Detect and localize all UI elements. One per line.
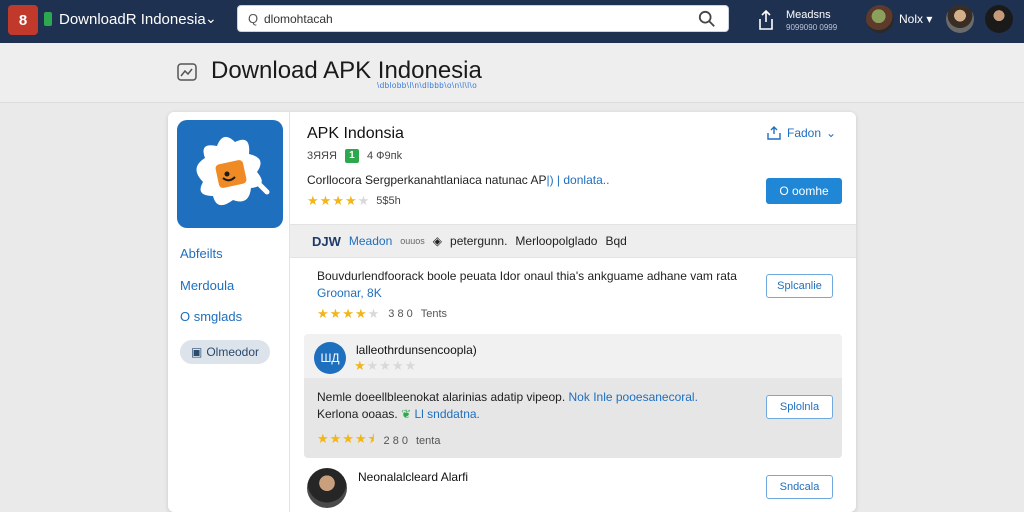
top-action-label: Fadon xyxy=(787,126,822,140)
rating-stars: ★★★★★ xyxy=(317,306,381,321)
user-name: Meadsns xyxy=(786,9,831,21)
review-action-button[interactable]: Sndcala xyxy=(766,475,833,499)
image-icon xyxy=(177,63,197,81)
top-action[interactable]: Fadon ⌄ xyxy=(766,126,836,140)
review-text: Nemle doeellbleenokat alarinias adatip v… xyxy=(317,389,757,423)
review-link-2[interactable]: Ll snddatna. xyxy=(414,407,479,421)
review-body: Nemle doeellbleenokat alarinias adatip v… xyxy=(317,390,566,404)
meta-left: 3ЯЯЯ xyxy=(307,150,337,162)
sidebar-item-3[interactable]: O smglads xyxy=(180,309,242,324)
chevron-down-icon: ⌄ xyxy=(826,126,837,140)
rating-text: 5$5h xyxy=(376,195,401,207)
description-link[interactable]: |) | donlata.. xyxy=(546,173,609,187)
app-title: APK Indonsia xyxy=(307,125,404,142)
filter-bar: DJW Meadon ouuos ◈ petergunn. Merloopolg… xyxy=(290,224,856,258)
avatar-initials: ШД xyxy=(320,351,340,365)
tag-icon: ◈ xyxy=(432,234,443,248)
search-icon[interactable] xyxy=(698,10,716,28)
review-count-label: tenta xyxy=(415,435,441,447)
review-item-highlighted: ШД lalleothrdunsencoopla) ★★★★★ Nemle do… xyxy=(304,334,842,458)
share-icon xyxy=(767,126,781,140)
review-count-label: Tents xyxy=(420,308,448,320)
app-card: Abfeilts Merdoula O smglads ▣ Olmeodor A… xyxy=(168,112,856,512)
sidebar-item-2[interactable]: Merdoula xyxy=(180,278,234,293)
search-cursor-icon: Q xyxy=(248,11,259,26)
review-rating: ★★★★⯨ 2 8 0 tenta xyxy=(317,430,440,452)
avatar[interactable] xyxy=(946,5,974,33)
review-link[interactable]: Nok Inle pooesanecoral. xyxy=(569,390,698,404)
review-author: Neonalalcleard Alarfi xyxy=(358,470,469,484)
app-rating: ★★★★★ 5$5h xyxy=(307,193,401,209)
filter-tab-3[interactable]: Merloopolglado xyxy=(515,234,597,248)
user-info[interactable]: Meadsns 9099090 0999 xyxy=(786,9,837,32)
brand-title[interactable]: DownloadR Indonesia xyxy=(59,11,206,28)
avatar[interactable] xyxy=(985,5,1013,33)
top-bar: 8 DownloadR Indonesia ⌄ Q Meadsns 909909… xyxy=(0,0,1024,43)
chevron-down-icon[interactable]: ⌄ xyxy=(205,10,217,27)
review-rating: ★★★★★ 3 8 0 Tents xyxy=(317,306,447,322)
review-action-button[interactable]: Splcanlie xyxy=(766,274,833,298)
page-header: Download APK Indonesia \dblobb\l\n\dlbbb… xyxy=(0,43,1024,103)
review-body-2: Kerlona ooaas. xyxy=(317,407,398,421)
review-text: Bouvdurlendfoorack boole peuata Idor ona… xyxy=(317,268,757,302)
search-input[interactable] xyxy=(264,10,684,28)
user-subtext: 9099090 0999 xyxy=(786,23,838,32)
avatar[interactable] xyxy=(866,5,894,33)
sidebar: Abfeilts Merdoula O smglads ▣ Olmeodor xyxy=(168,112,290,512)
filter-logo: DJW xyxy=(312,233,341,249)
review-body: Bouvdurlendfoorack boole peuata Idor ona… xyxy=(317,269,737,283)
rating-stars: ★★★★★ xyxy=(354,358,418,373)
avatar[interactable] xyxy=(307,468,347,508)
sidebar-item-1[interactable]: Abfeilts xyxy=(180,246,223,261)
download-button[interactable]: O oomhe xyxy=(766,178,842,204)
app-description: Corllocora Sergperkanahtlaniaca natunac … xyxy=(307,173,609,187)
user-menu[interactable]: Nolx ▾ xyxy=(899,12,932,26)
main-panel: APK Indonsia 3ЯЯЯ 1 4 Ф9пk Corllocora Se… xyxy=(290,112,856,512)
filter-tab-2[interactable]: petergunn. xyxy=(450,234,507,248)
page-subtitle: \dblobb\l\n\dlbbb\o\n\l\l\o xyxy=(377,81,478,90)
filter-small-label: ouuos xyxy=(400,236,425,246)
avatar[interactable]: ШД xyxy=(314,342,346,374)
sidebar-button[interactable]: ▣ Olmeodor xyxy=(180,340,270,364)
filter-tab-1[interactable]: Meadon xyxy=(349,234,392,248)
app-large-icon xyxy=(177,120,283,228)
search-box[interactable]: Q xyxy=(237,5,729,32)
sidebar-button-label: Olmeodor xyxy=(206,345,260,359)
review-action-button[interactable]: Splolnla xyxy=(766,395,833,419)
app-logo-label: 8 xyxy=(18,11,28,29)
bookmark-icon: ▣ xyxy=(190,345,203,359)
filter-tab-4[interactable]: Bqd xyxy=(605,234,626,248)
rating-stars: ★★★★⯨ xyxy=(317,431,376,446)
share-icon[interactable] xyxy=(757,9,775,31)
description-text: Corllocora Sergperkanahtlaniaca natunac … xyxy=(307,173,547,187)
meta-badge: 1 xyxy=(344,149,359,163)
meta-right: 4 Ф9пk xyxy=(366,150,403,162)
app-logo-icon[interactable]: 8 xyxy=(8,5,38,35)
review-count: 2 8 0 xyxy=(383,435,408,447)
leaf-icon: ❦ xyxy=(401,407,412,421)
review-count: 3 8 0 xyxy=(388,308,413,320)
app-meta: 3ЯЯЯ 1 4 Ф9пk xyxy=(307,149,402,163)
rating-stars: ★★★★★ xyxy=(307,193,371,208)
review-link[interactable]: Groonar, 8K xyxy=(317,286,382,300)
green-badge-icon xyxy=(44,12,52,26)
review-author: lalleothrdunsencoopla) xyxy=(356,343,477,357)
